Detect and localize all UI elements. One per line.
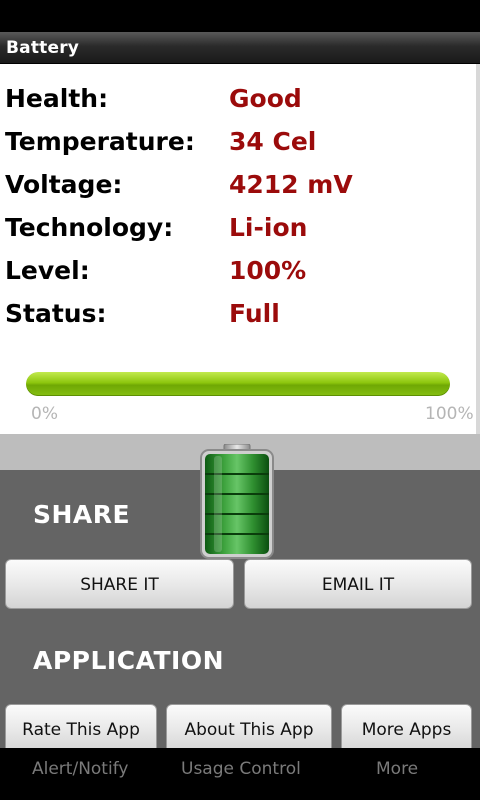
info-row-temperature: Temperature: 34 Cel — [0, 123, 476, 163]
battery-level-bar — [26, 372, 450, 396]
title-bar: Battery — [0, 32, 480, 64]
info-row-voltage: Voltage: 4212 mV — [0, 166, 476, 206]
tab-more[interactable]: More — [376, 759, 418, 779]
progress-max-label: 100% — [425, 404, 474, 424]
voltage-value: 4212 mV — [229, 170, 353, 199]
battery-level-fill — [26, 372, 450, 396]
about-app-button[interactable]: About This App — [166, 704, 332, 754]
level-label: Level: — [5, 256, 90, 285]
tab-usage-control[interactable]: Usage Control — [181, 759, 301, 779]
voltage-label: Voltage: — [5, 170, 123, 199]
status-bar — [0, 0, 480, 32]
app-title: Battery — [6, 38, 80, 58]
temperature-value: 34 Cel — [229, 127, 317, 156]
bottom-tab-bar: Alert/Notify Usage Control More — [0, 748, 480, 800]
info-row-status: Status: Full — [0, 295, 476, 335]
health-label: Health: — [5, 84, 109, 113]
level-value: 100% — [229, 256, 307, 285]
progress-min-label: 0% — [31, 404, 58, 424]
info-row-health: Health: Good — [0, 80, 476, 120]
status-value: Full — [229, 299, 280, 328]
health-value: Good — [229, 84, 302, 113]
email-it-button[interactable]: EMAIL IT — [244, 559, 472, 609]
status-label: Status: — [5, 299, 107, 328]
share-it-button[interactable]: SHARE IT — [5, 559, 234, 609]
share-section-title: SHARE — [33, 500, 131, 529]
info-row-level: Level: 100% — [0, 252, 476, 292]
rate-app-button[interactable]: Rate This App — [5, 704, 157, 754]
temperature-label: Temperature: — [5, 127, 195, 156]
battery-icon — [200, 444, 274, 559]
technology-label: Technology: — [5, 213, 174, 242]
tab-alert-notify[interactable]: Alert/Notify — [32, 759, 128, 779]
application-section-title: APPLICATION — [33, 646, 225, 675]
technology-value: Li-ion — [229, 213, 308, 242]
scroll-rail — [476, 64, 480, 434]
battery-app-screen: Battery Health: Good Temperature: 34 Cel… — [0, 0, 480, 800]
info-row-technology: Technology: Li-ion — [0, 209, 476, 249]
more-apps-button[interactable]: More Apps — [341, 704, 472, 754]
